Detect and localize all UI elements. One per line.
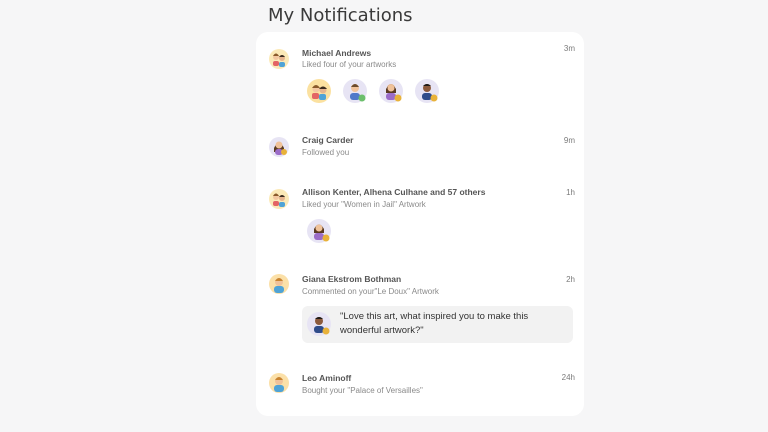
notification-name[interactable]: Craig Carder: [302, 135, 354, 145]
notification-name[interactable]: Giana Ekstrom Bothman: [302, 274, 401, 284]
artwork-thumbnail[interactable]: [414, 78, 440, 104]
notification-time: 1h: [566, 188, 575, 197]
notification-time: 3m: [563, 44, 575, 53]
notification-time: 2h: [566, 275, 575, 284]
commenter-avatar-icon: [306, 311, 332, 337]
notification-name[interactable]: Leo Aminoff: [302, 373, 351, 383]
artwork-thumbnail[interactable]: [342, 78, 368, 104]
notification-description: Liked your "Women in Jail" Artwork: [302, 200, 426, 209]
notification-time: 9m: [563, 136, 575, 145]
artwork-thumbnail[interactable]: [306, 218, 332, 244]
man-avatar-icon: [268, 372, 290, 394]
notification-item[interactable]: Craig Carder Followed you 9m: [256, 126, 584, 166]
notifications-card: Michael Andrews Liked four of your artwo…: [256, 32, 584, 416]
notification-name[interactable]: Michael Andrews: [302, 48, 371, 58]
notification-item[interactable]: Leo Aminoff Bought your "Palace of Versa…: [256, 362, 584, 402]
notification-item[interactable]: Michael Andrews Liked four of your artwo…: [256, 32, 584, 122]
notification-description: Liked four of your artworks: [302, 60, 397, 69]
notification-item[interactable]: Allison Kenter, Alhena Culhane and 57 ot…: [256, 178, 584, 258]
artwork-thumbnail[interactable]: [378, 78, 404, 104]
couple-avatar-icon: [268, 188, 290, 210]
comment-text: "Love this art, what inspired you to mak…: [340, 311, 529, 336]
comment-box[interactable]: "Love this art, what inspired you to mak…: [302, 306, 573, 343]
notification-description: Followed you: [302, 148, 350, 157]
man-avatar-icon: [268, 273, 290, 295]
notification-name[interactable]: Allison Kenter, Alhena Culhane and 57 ot…: [302, 187, 485, 197]
woman-avatar-icon: [268, 136, 290, 158]
notification-description: Bought your "Palace of Versailles": [302, 386, 423, 395]
page-title: My Notifications: [268, 5, 413, 26]
notification-description: Commented on your"Le Doux" Artwork: [302, 287, 439, 296]
notification-time: 24h: [561, 373, 575, 382]
artwork-thumbnail[interactable]: [306, 78, 332, 104]
couple-avatar-icon: [268, 48, 290, 70]
